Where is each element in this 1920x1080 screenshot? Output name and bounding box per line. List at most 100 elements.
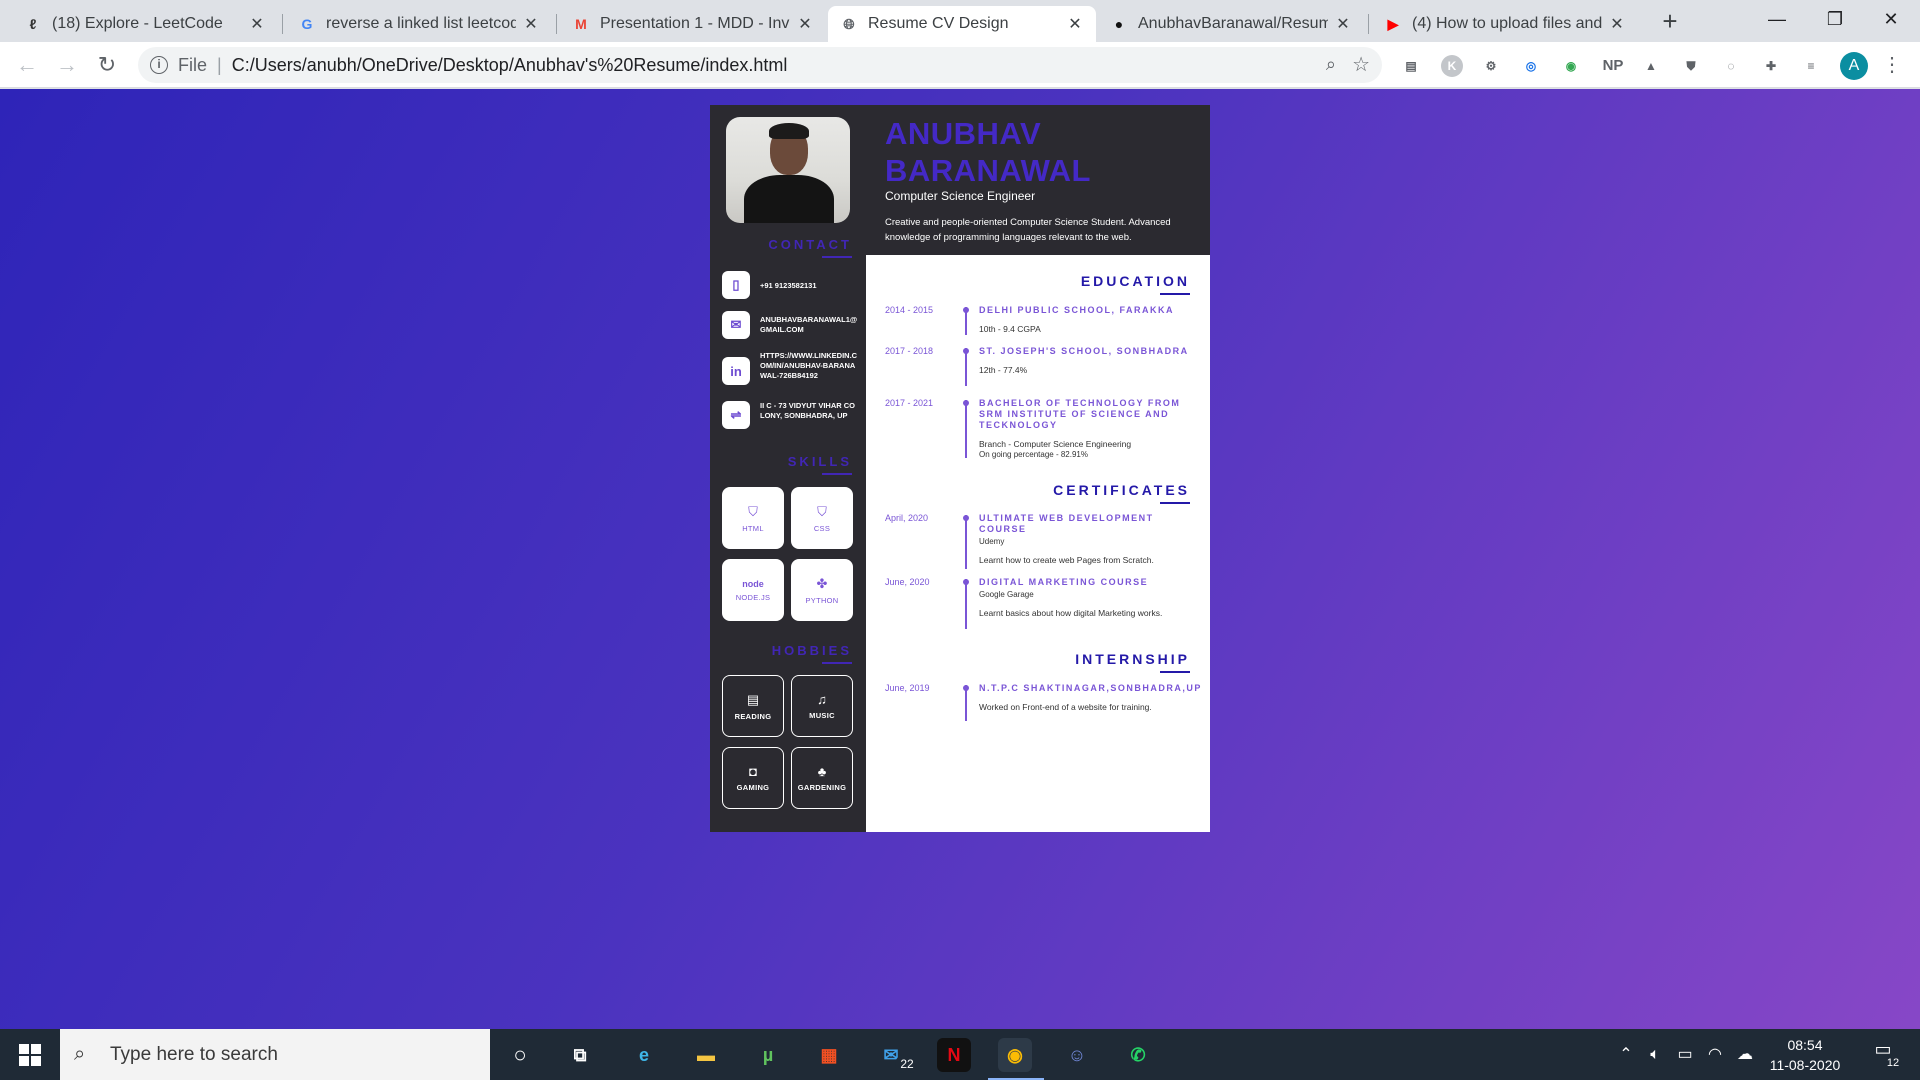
extension-np-icon[interactable]: NP <box>1598 55 1628 77</box>
contact-address: ⇌ II C - 73 VIDYUT VIHAR COLONY, SONBHAD… <box>722 401 858 429</box>
contact-email: ✉ ANUBHAVBARANAWAL1@GMAIL.COM <box>722 311 858 339</box>
book-icon: ▤ <box>746 691 760 707</box>
tab-title: (18) Explore - LeetCode <box>52 15 223 32</box>
timeline-dot <box>963 579 969 585</box>
drive-extension-icon[interactable]: ▲ <box>1640 55 1662 77</box>
timeline-desc: Learnt how to create web Pages from Scra… <box>979 555 1154 565</box>
education-item: 2014 - 2015 DELHI PUBLIC SCHOOL, FARAKKA… <box>885 305 1203 345</box>
file-explorer-icon[interactable]: ▬ <box>689 1038 723 1072</box>
contact-linkedin-text[interactable]: HTTPS://WWW.LINKEDIN.COM/IN/ANUBHAV-BARA… <box>760 351 858 381</box>
timeline-dot <box>963 685 969 691</box>
linkedin-icon: in <box>722 357 750 385</box>
close-icon[interactable]: ✕ <box>1608 14 1626 34</box>
reload-button[interactable]: ↻ <box>92 50 122 80</box>
extension-k-icon[interactable]: K <box>1441 55 1463 77</box>
clock-date: 11-08-2020 <box>1769 1057 1841 1073</box>
notification-center-icon[interactable]: ▭ 12 <box>1866 1039 1902 1071</box>
internship-heading: INTERNSHIP <box>1075 651 1190 673</box>
notification-count: 12 <box>1884 1055 1902 1071</box>
close-icon[interactable]: ✕ <box>248 14 266 34</box>
tab-youtube[interactable]: ▶ (4) How to upload files and fo ✕ <box>1372 6 1638 42</box>
timeline-desc: Worked on Front-end of a website for tra… <box>979 702 1152 712</box>
back-button[interactable]: ← <box>12 50 42 80</box>
chrome-icon[interactable]: ◉ <box>998 1038 1032 1072</box>
timeline-desc: 10th - 9.4 CGPA <box>979 324 1041 334</box>
timeline-line <box>965 400 967 458</box>
tab-github[interactable]: ● AnubhavBaranawal/Resume ✕ <box>1098 6 1364 42</box>
close-icon[interactable]: ✕ <box>796 14 814 34</box>
close-icon[interactable]: ✕ <box>1066 14 1084 34</box>
puzzle-icon[interactable]: ✚ <box>1760 55 1782 77</box>
close-icon[interactable]: ✕ <box>522 14 540 34</box>
onedrive-icon[interactable]: ☁ <box>1732 1029 1758 1080</box>
tab-divider <box>282 14 283 34</box>
utorrent-icon[interactable]: µ <box>751 1038 785 1072</box>
tab-resume-cv-design[interactable]: 🌐︎ Resume CV Design ✕ <box>828 6 1096 42</box>
bookmark-star-icon[interactable]: ☆ <box>1352 52 1370 77</box>
store-icon[interactable]: ▦ <box>812 1038 846 1072</box>
contact-address-text: II C - 73 VIDYUT VIHAR COLONY, SONBHADRA… <box>760 401 856 420</box>
timeline-issuer: Udemy <box>979 537 1005 546</box>
discord-icon[interactable]: ☺ <box>1060 1038 1094 1072</box>
resume-main: ANUBHAV BARANAWAL Computer Science Engin… <box>866 105 1210 832</box>
address-bar[interactable]: i File | C:/Users/anubh/OneDrive/Desktop… <box>138 47 1382 83</box>
resume-card: CONTACT ▯ +91 9123582131 ✉ ANUBHAVBARANA… <box>710 105 1210 832</box>
close-icon[interactable]: ✕ <box>1334 14 1352 34</box>
css3-icon: ⛉ <box>817 503 827 519</box>
whatsapp-icon[interactable]: ✆ <box>1121 1038 1155 1072</box>
volume-icon[interactable]: 🔈︎ <box>1642 1029 1668 1080</box>
timeline-date: June, 2020 <box>885 577 930 587</box>
resume-sidebar: CONTACT ▯ +91 9123582131 ✉ ANUBHAVBARANA… <box>710 105 866 832</box>
timeline-title: ST. JOSEPH'S SCHOOL, SONBHADRA <box>979 346 1189 356</box>
gmail-icon: M <box>575 16 587 32</box>
internship-item: June, 2019 N.T.P.C SHAKTINAGAR,SONBHADRA… <box>885 683 1203 727</box>
tab-leetcode[interactable]: ℓ (18) Explore - LeetCode ✕ <box>12 6 278 42</box>
phone-icon: ▯ <box>722 271 750 299</box>
taskbar-search[interactable]: ⌕ Type here to search <box>60 1029 490 1080</box>
contact-email-text[interactable]: ANUBHAVBARANAWAL1@GMAIL.COM <box>760 315 858 335</box>
sync-extension-icon[interactable]: ◎ <box>1520 55 1542 77</box>
netflix-icon[interactable]: N <box>937 1038 971 1072</box>
restore-button[interactable]: ❐ <box>1806 0 1864 40</box>
tab-gmail[interactable]: M Presentation 1 - MDD - Invit ✕ <box>560 6 826 42</box>
contact-phone-text[interactable]: +91 9123582131 <box>760 281 817 291</box>
new-tab-button[interactable]: + <box>1656 8 1684 36</box>
system-clock[interactable]: 08:54 11-08-2020 <box>1760 1035 1850 1075</box>
envelope-icon: ✉ <box>722 311 750 339</box>
html5-icon: ⛉ <box>748 503 758 519</box>
resume-summary: Creative and people-oriented Computer Sc… <box>885 217 1171 243</box>
start-button[interactable] <box>0 1029 60 1080</box>
windows-taskbar: ⌕ Type here to search ○ ⧉ e ▬ µ ▦ ✉ 22 N… <box>0 1029 1920 1080</box>
battery-icon[interactable]: ▭ <box>1672 1029 1698 1080</box>
earth-extension-icon[interactable]: ◉ <box>1560 55 1582 77</box>
code-extension-icon[interactable]: ◌ <box>1720 55 1742 77</box>
timeline-desc: Branch - Computer Science Engineering <box>979 439 1132 449</box>
settings-extension-icon[interactable]: ⚙ <box>1480 55 1502 77</box>
timeline-date: June, 2019 <box>885 683 930 693</box>
cortana-icon[interactable]: ○ <box>503 1038 537 1072</box>
task-view-icon[interactable]: ⧉ <box>563 1038 597 1072</box>
shield-extension-icon[interactable]: ⛊ <box>1680 55 1702 77</box>
timeline-title: BACHELOR OF TECHNOLOGY FROM SRM INSTITUT… <box>979 398 1181 430</box>
edge-icon[interactable]: e <box>627 1038 661 1072</box>
windows-logo-icon <box>19 1043 41 1066</box>
url-text[interactable]: C:/Users/anubh/OneDrive/Desktop/Anubhav'… <box>232 55 788 76</box>
forward-button[interactable]: → <box>52 50 82 80</box>
close-window-button[interactable]: ✕ <box>1862 0 1920 40</box>
tab-google-search[interactable]: G reverse a linked list leetcode ✕ <box>286 6 552 42</box>
chevron-up-icon[interactable]: ⌃ <box>1614 1029 1638 1080</box>
minimize-button[interactable]: — <box>1748 0 1806 40</box>
profile-avatar[interactable]: A <box>1840 52 1868 80</box>
timeline-date: April, 2020 <box>885 513 929 523</box>
zoom-icon[interactable]: ⌕ <box>1326 54 1336 75</box>
timeline-date: 2017 - 2018 <box>885 346 934 356</box>
contact-heading: CONTACT <box>768 237 852 258</box>
info-icon[interactable]: i <box>150 56 168 74</box>
resume-header: ANUBHAV BARANAWAL Computer Science Engin… <box>866 105 1210 255</box>
wifi-icon[interactable]: ◠ <box>1702 1029 1728 1080</box>
reading-list-icon[interactable]: ▤ <box>1400 55 1422 77</box>
skill-label: NODE.JS <box>735 592 771 602</box>
media-queue-icon[interactable]: ≡ <box>1800 55 1822 77</box>
menu-dots-icon[interactable]: ⋮ <box>1882 52 1902 80</box>
hobby-label: READING <box>734 711 772 721</box>
